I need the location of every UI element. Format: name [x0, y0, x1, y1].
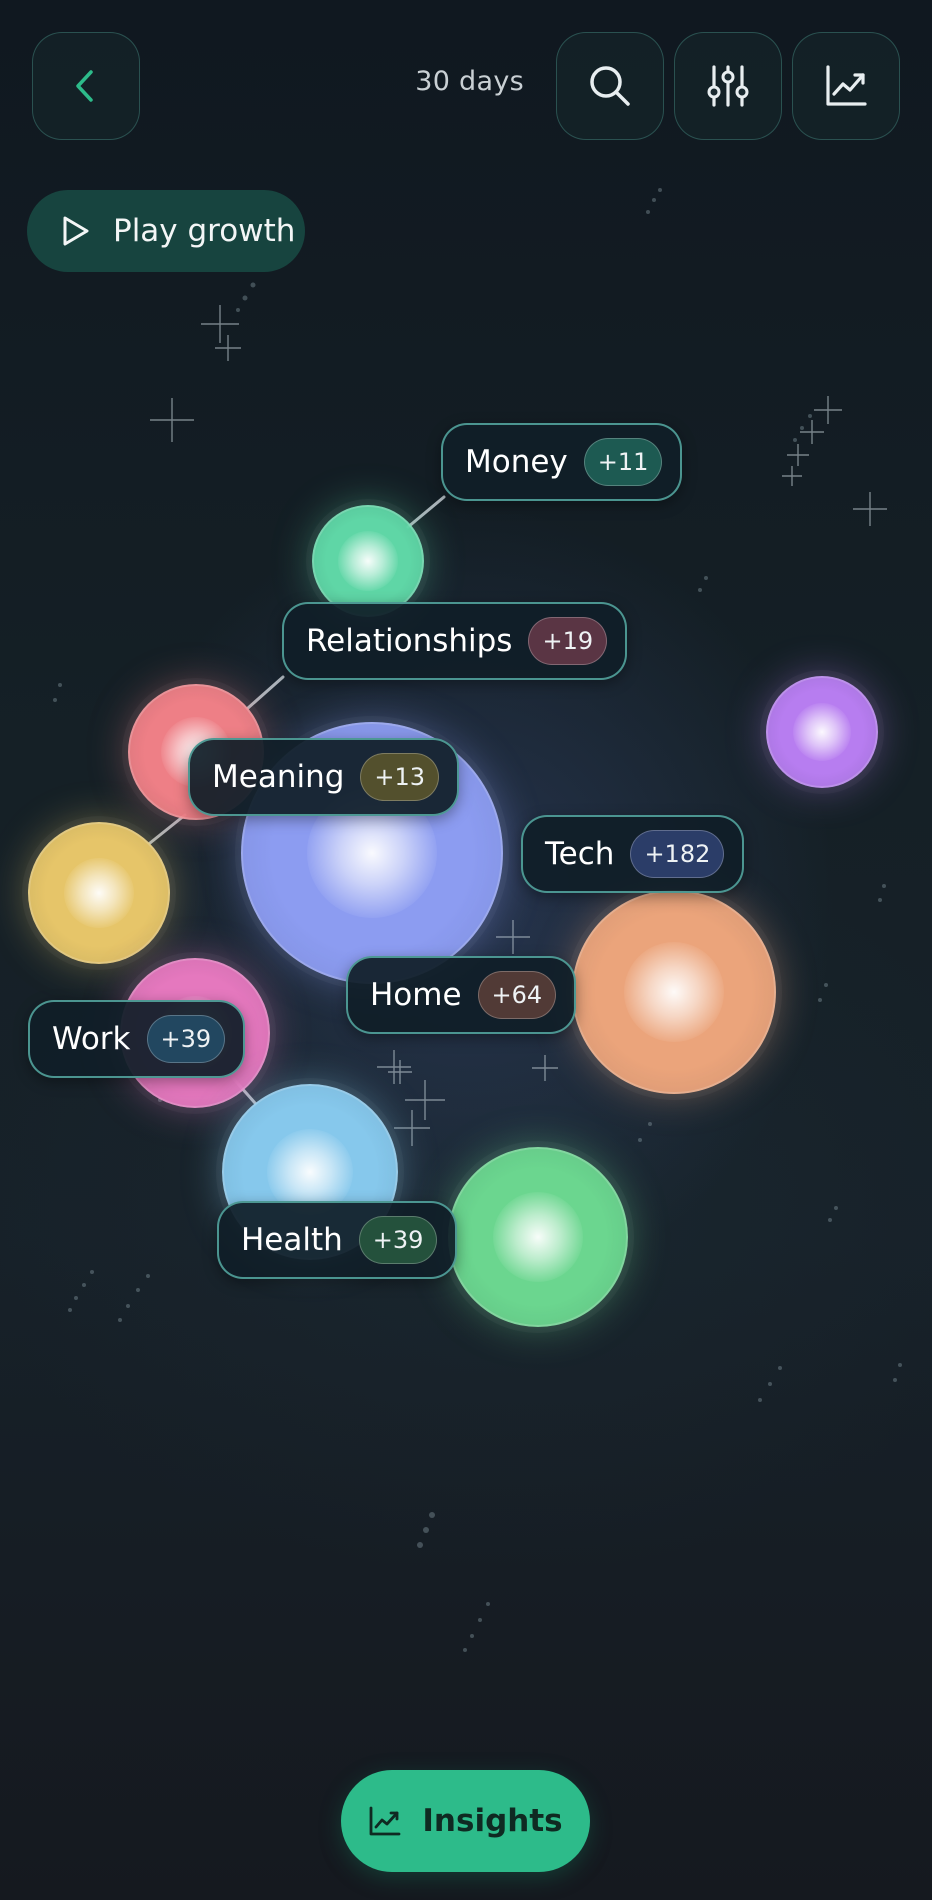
label-work[interactable]: Work +39: [28, 1000, 246, 1078]
play-growth-label: Play growth: [113, 213, 296, 249]
bubble-tech[interactable]: [766, 676, 878, 788]
delta-badge: +39: [146, 1015, 226, 1063]
label-relationships[interactable]: Relationships +19: [282, 602, 628, 680]
delta-badge: +13: [360, 753, 440, 801]
trend-chart-button[interactable]: [792, 32, 900, 140]
insights-label: Insights: [422, 1803, 563, 1839]
label-name: Relationships: [306, 623, 513, 659]
label-name: Tech: [545, 836, 615, 872]
delta-badge: +64: [477, 971, 557, 1019]
play-icon: [63, 216, 89, 246]
delta-badge: +11: [583, 438, 663, 486]
sliders-icon: [707, 65, 749, 107]
filter-button[interactable]: [674, 32, 782, 140]
trend-chart-icon: [826, 65, 867, 106]
label-name: Meaning: [212, 759, 345, 795]
bubble-health[interactable]: [448, 1147, 628, 1327]
period-label: 30 days: [415, 66, 524, 97]
delta-badge: +19: [528, 617, 608, 665]
delta-badge: +182: [630, 830, 725, 878]
play-growth-button[interactable]: Play growth: [27, 190, 305, 272]
bubble-home[interactable]: [572, 890, 776, 1094]
chevron-left-icon: [76, 70, 93, 102]
search-button[interactable]: [556, 32, 664, 140]
label-tech[interactable]: Tech +182: [521, 815, 745, 893]
label-health[interactable]: Health +39: [217, 1201, 458, 1279]
back-button[interactable]: [32, 32, 140, 140]
label-name: Health: [241, 1222, 343, 1258]
bubble-yellow[interactable]: [28, 822, 170, 964]
label-meaning[interactable]: Meaning +13: [188, 738, 460, 816]
label-name: Home: [370, 977, 462, 1013]
label-name: Work: [52, 1021, 131, 1057]
trend-chart-icon: [369, 1806, 401, 1836]
label-home[interactable]: Home +64: [346, 956, 577, 1034]
label-money[interactable]: Money +11: [441, 423, 683, 501]
insights-button[interactable]: Insights: [341, 1770, 590, 1872]
search-icon: [590, 66, 630, 106]
label-name: Money: [465, 444, 568, 480]
delta-badge: +39: [358, 1216, 438, 1264]
bubble-money[interactable]: [312, 505, 424, 617]
